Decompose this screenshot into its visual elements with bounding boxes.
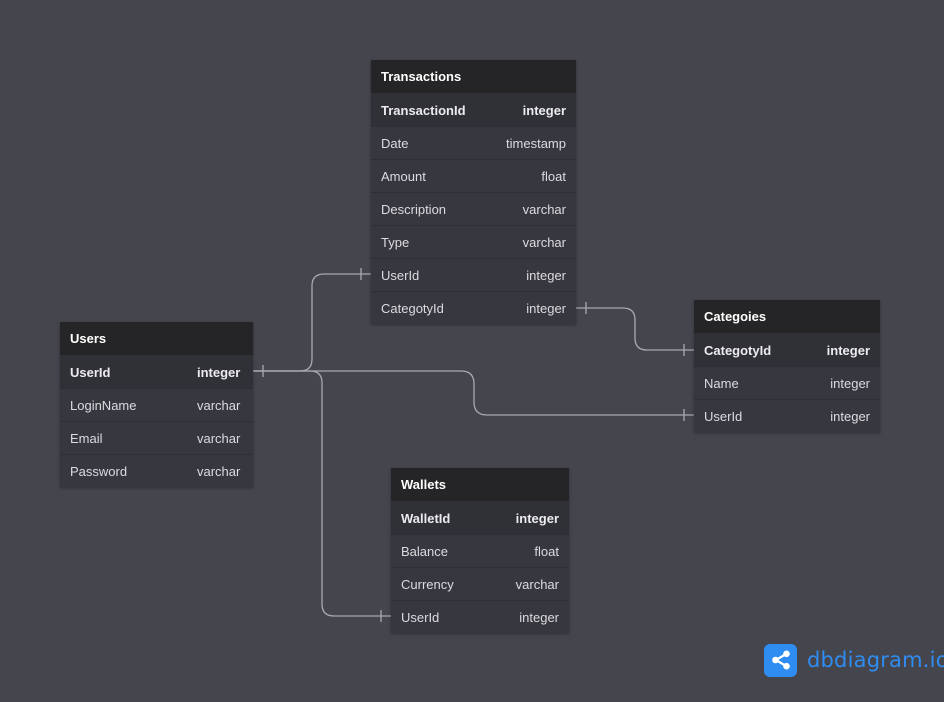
field-type: integer <box>526 267 566 283</box>
table-header[interactable]: Wallets <box>391 468 569 501</box>
table-header[interactable]: Users <box>60 322 253 355</box>
table-categoies[interactable]: Categoies CategotyId integer Name intege… <box>694 300 880 432</box>
field-row[interactable]: UserId integer <box>371 258 576 291</box>
field-type: integer <box>197 364 241 380</box>
field-name: UserId <box>401 609 440 625</box>
field-type: varchar <box>197 463 241 479</box>
relation-transactions-categoies[interactable] <box>576 307 694 351</box>
field-name: Email <box>70 430 103 446</box>
field-type: float <box>534 543 559 559</box>
field-name: Amount <box>381 168 426 184</box>
field-row[interactable]: Currency varchar <box>391 567 569 600</box>
field-row[interactable]: CategotyId integer <box>371 291 576 324</box>
field-row[interactable]: Description varchar <box>371 192 576 225</box>
field-type: integer <box>515 510 559 526</box>
field-name: UserId <box>381 267 420 283</box>
field-name: LoginName <box>70 397 137 413</box>
field-name: Currency <box>401 576 454 592</box>
field-row[interactable]: UserId integer <box>391 600 569 633</box>
field-row[interactable]: UserId integer <box>60 355 253 388</box>
table-header[interactable]: Transactions <box>371 60 576 93</box>
field-type: varchar <box>522 234 566 250</box>
field-name: Balance <box>401 543 448 559</box>
field-name: WalletId <box>401 510 451 526</box>
field-name: TransactionId <box>381 102 466 118</box>
field-row[interactable]: Email varchar <box>60 421 253 454</box>
table-header[interactable]: Categoies <box>694 300 880 333</box>
table-transactions[interactable]: Transactions TransactionId integer Date … <box>371 60 576 324</box>
field-row[interactable]: WalletId integer <box>391 501 569 534</box>
field-row[interactable]: Type varchar <box>371 225 576 258</box>
field-name: Type <box>381 234 410 250</box>
field-row[interactable]: CategotyId integer <box>694 333 880 366</box>
field-name: Description <box>381 201 447 217</box>
field-name: CategotyId <box>381 300 444 316</box>
field-name: Date <box>381 135 409 151</box>
field-type: timestamp <box>506 135 566 151</box>
table-wallets[interactable]: Wallets WalletId integer Balance float C… <box>391 468 569 633</box>
field-row[interactable]: Date timestamp <box>371 126 576 159</box>
field-name: CategotyId <box>704 342 772 358</box>
field-row[interactable]: LoginName varchar <box>60 388 253 421</box>
relation-users-transactions[interactable] <box>253 273 371 372</box>
table-users[interactable]: Users UserId integer LoginName varchar E… <box>60 322 253 487</box>
field-row[interactable]: Amount float <box>371 159 576 192</box>
field-row[interactable]: UserId integer <box>694 399 880 432</box>
field-type: integer <box>522 102 566 118</box>
field-type: float <box>541 168 566 184</box>
field-name: UserId <box>70 364 111 380</box>
field-name: Password <box>70 463 128 479</box>
brand-watermark[interactable]: dbdiagram.io <box>764 643 944 677</box>
field-type: varchar <box>197 430 241 446</box>
field-type: integer <box>830 408 870 424</box>
field-type: varchar <box>197 397 241 413</box>
field-type: integer <box>826 342 870 358</box>
diagram-canvas: Transactions TransactionId integer Date … <box>0 0 944 702</box>
brand-name: dbdiagram.io <box>807 648 944 672</box>
field-row[interactable]: Balance float <box>391 534 569 567</box>
field-row[interactable]: TransactionId integer <box>371 93 576 126</box>
field-type: integer <box>526 300 566 316</box>
relation-users-categoies[interactable] <box>253 370 694 416</box>
field-row[interactable]: Password varchar <box>60 454 253 487</box>
field-row[interactable]: Name integer <box>694 366 880 399</box>
field-name: Name <box>704 375 739 391</box>
field-type: varchar <box>515 576 559 592</box>
field-type: integer <box>830 375 870 391</box>
field-type: varchar <box>522 201 566 217</box>
share-nodes-icon <box>764 643 797 677</box>
field-name: UserId <box>704 408 743 424</box>
field-type: integer <box>519 609 559 625</box>
relation-users-wallets[interactable] <box>253 370 391 617</box>
